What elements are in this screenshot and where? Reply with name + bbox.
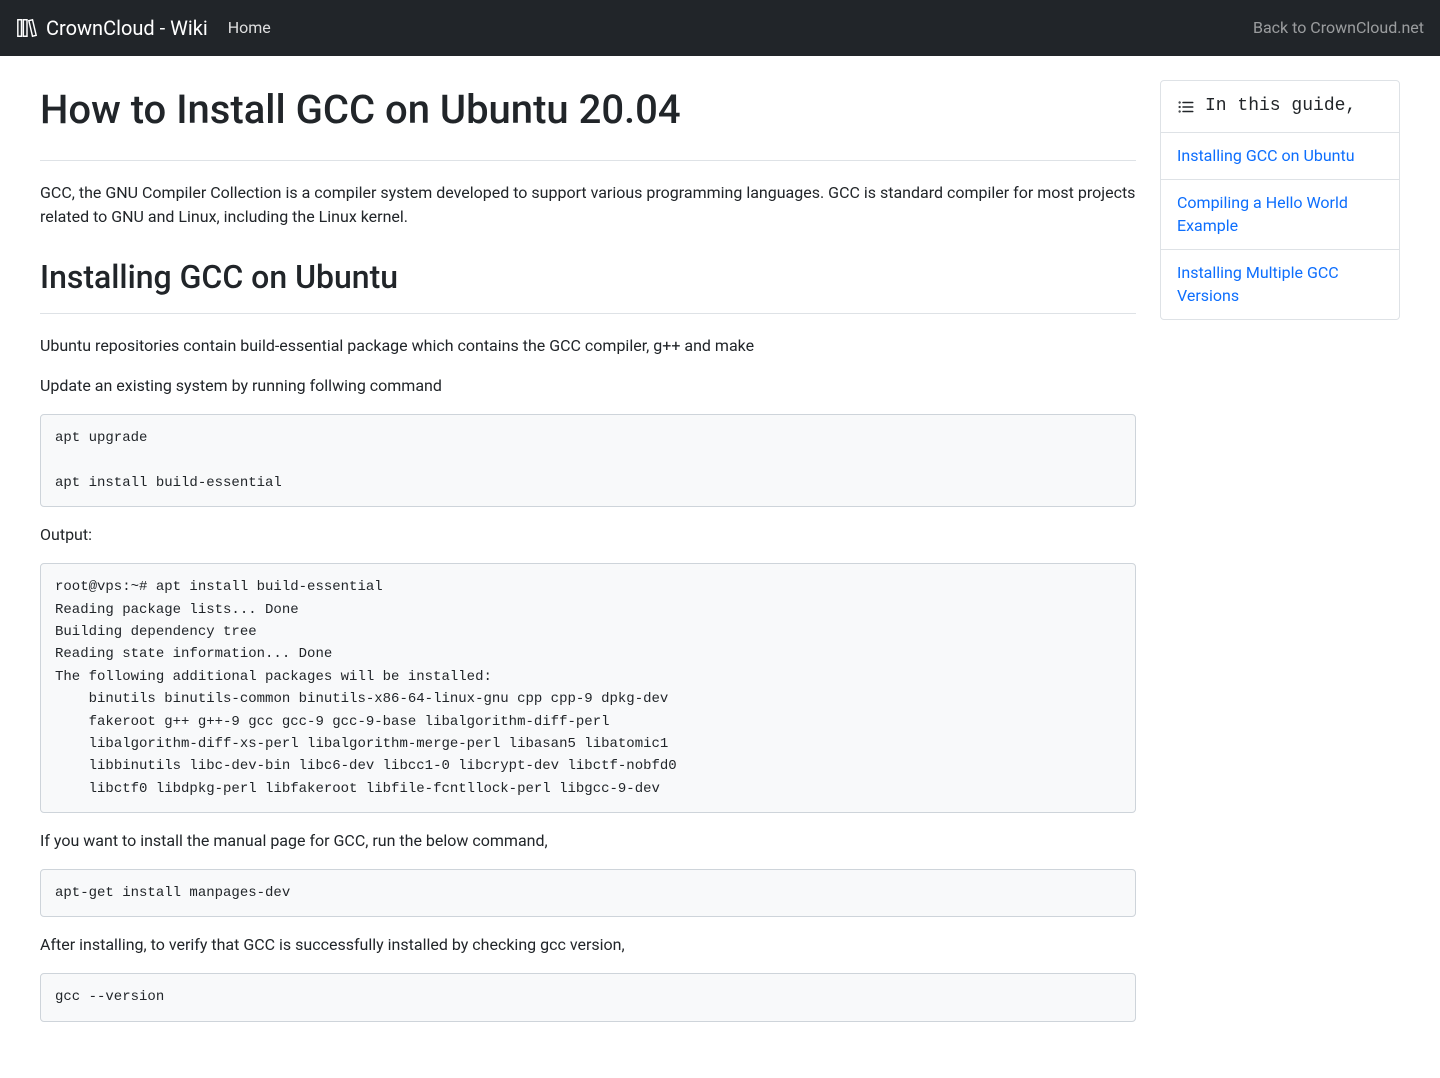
toc-item-hello-world[interactable]: Compiling a Hello World Example (1161, 180, 1399, 250)
nav-back[interactable]: Back to CrownCloud.net (1253, 8, 1424, 48)
section-heading-install: Installing GCC on Ubuntu (40, 253, 1136, 301)
main-content: How to Install GCC on Ubuntu 20.04 GCC, … (40, 80, 1136, 1038)
intro-paragraph: GCC, the GNU Compiler Collection is a co… (40, 181, 1136, 229)
paragraph-repos: Ubuntu repositories contain build-essent… (40, 334, 1136, 358)
code-block-upgrade: apt upgrade apt install build-essential (40, 414, 1136, 507)
brand-text: CrownCloud - Wiki (46, 13, 208, 43)
navbar-left: CrownCloud - Wiki Home (16, 8, 271, 48)
top-navbar: CrownCloud - Wiki Home Back to CrownClou… (0, 0, 1440, 56)
toc-item-multiple-versions[interactable]: Installing Multiple GCC Versions (1161, 250, 1399, 319)
list-icon (1177, 98, 1195, 116)
title-divider (40, 160, 1136, 161)
nav-home[interactable]: Home (228, 8, 271, 48)
paragraph-manpage: If you want to install the manual page f… (40, 829, 1136, 853)
toc-item-installing[interactable]: Installing GCC on Ubuntu (1161, 133, 1399, 180)
page-container: How to Install GCC on Ubuntu 20.04 GCC, … (0, 56, 1440, 1078)
toc-header: In this guide, (1161, 81, 1399, 133)
toc-card: In this guide, Installing GCC on Ubuntu … (1160, 80, 1400, 320)
code-block-version: gcc --version (40, 973, 1136, 1021)
section-divider (40, 313, 1136, 314)
paragraph-update: Update an existing system by running fol… (40, 374, 1136, 398)
paragraph-verify: After installing, to verify that GCC is … (40, 933, 1136, 957)
toc-title: In this guide, (1205, 93, 1356, 120)
page-title: How to Install GCC on Ubuntu 20.04 (40, 80, 1136, 148)
toc-sidebar: In this guide, Installing GCC on Ubuntu … (1160, 80, 1400, 320)
paragraph-output-label: Output: (40, 523, 1136, 547)
code-block-manpage: apt-get install manpages-dev (40, 869, 1136, 917)
books-icon (16, 17, 38, 39)
brand-link[interactable]: CrownCloud - Wiki (16, 13, 208, 43)
code-block-output: root@vps:~# apt install build-essential … (40, 563, 1136, 813)
